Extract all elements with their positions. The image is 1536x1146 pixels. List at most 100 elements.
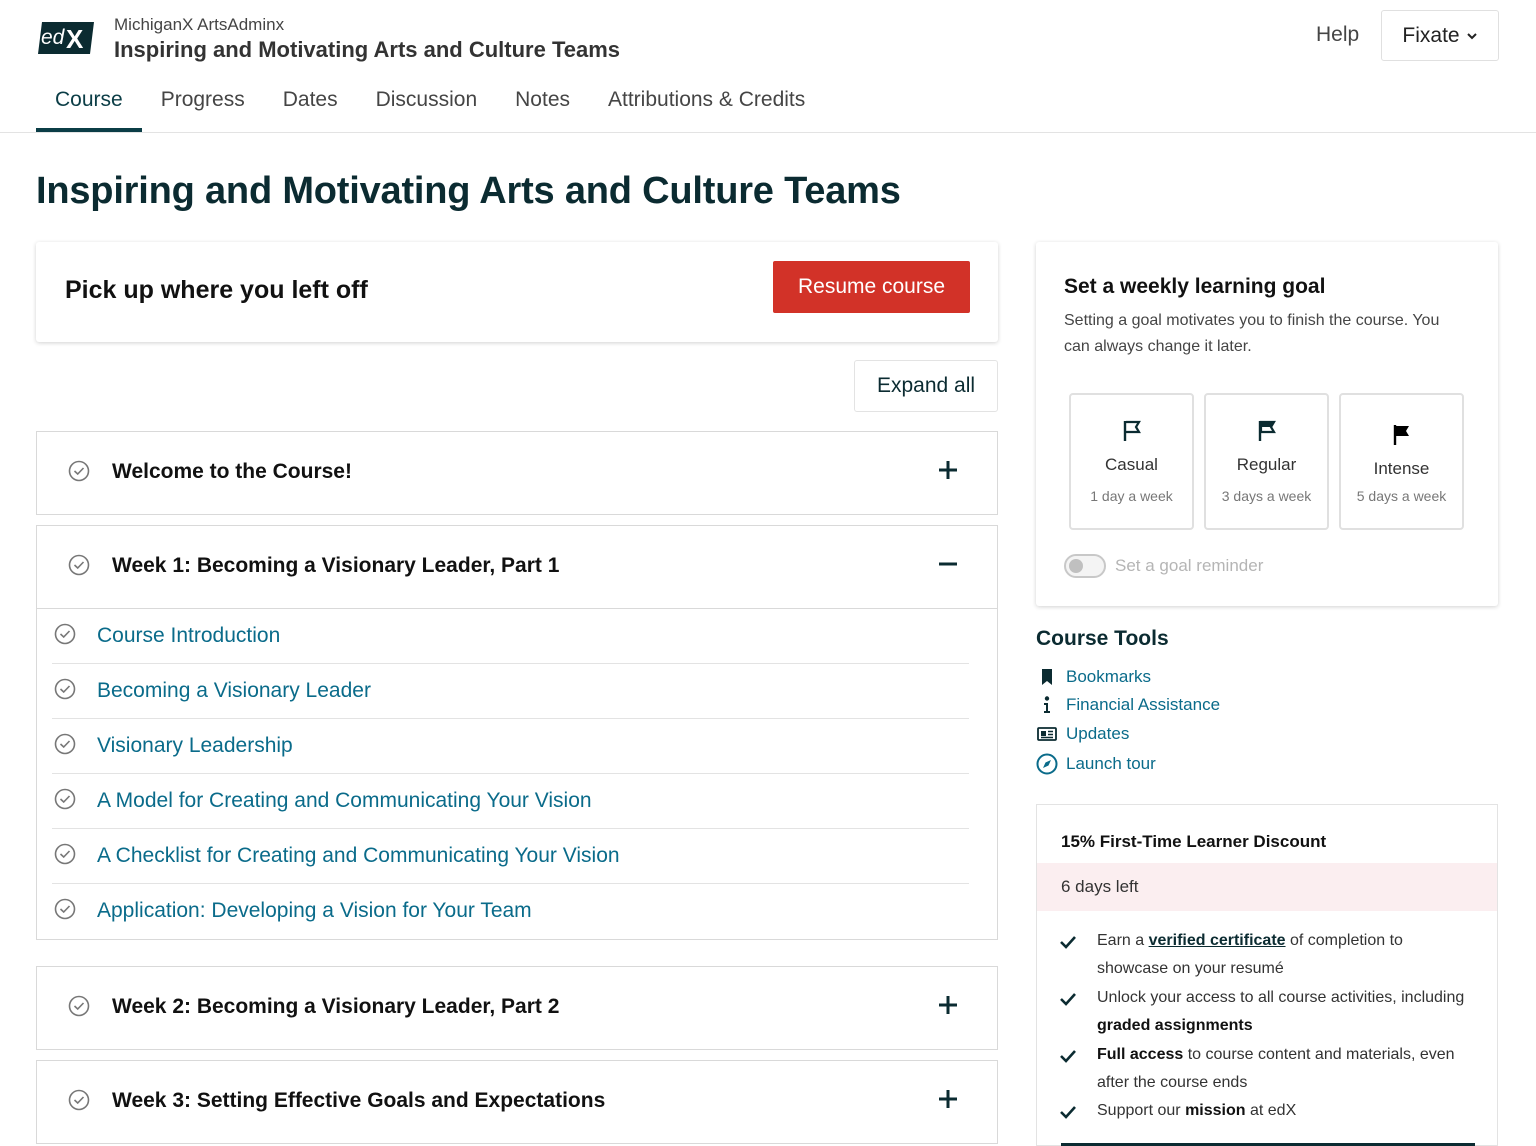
subsection-item[interactable]: A Checklist for Creating and Communicati… — [52, 829, 969, 884]
benefit-text: Earn a verified certificate of completio… — [1097, 932, 1403, 977]
section-week-2: Week 2: Becoming a Visionary Leader, Par… — [36, 966, 998, 1050]
compass-icon — [1036, 753, 1058, 775]
tab-attributions[interactable]: Attributions & Credits — [589, 78, 824, 132]
expand-all-button[interactable]: Expand all — [854, 360, 998, 412]
plus-icon[interactable] — [937, 1088, 959, 1110]
check-circle-icon — [54, 898, 76, 920]
goal-title: Set a weekly learning goal — [1064, 275, 1326, 298]
tool-bookmarks[interactable]: Bookmarks — [1036, 665, 1151, 689]
goal-description: Setting a goal motivates you to finish t… — [1064, 312, 1440, 355]
goal-option-frequency: 1 day a week — [1090, 488, 1173, 504]
goal-option-casual[interactable]: Casual 1 day a week — [1069, 393, 1194, 530]
tab-progress[interactable]: Progress — [142, 78, 264, 132]
goal-option-intense[interactable]: Intense 5 days a week — [1339, 393, 1464, 530]
plus-icon[interactable] — [937, 994, 959, 1016]
edx-logo[interactable]: ed X — [36, 20, 96, 56]
resume-card: Pick up where you left off Resume course — [36, 242, 998, 342]
check-circle-icon — [68, 460, 90, 482]
subsection-item[interactable]: Course Introduction — [52, 609, 969, 664]
subsection-link[interactable]: Course Introduction — [97, 624, 280, 648]
check-circle-icon — [54, 623, 76, 645]
course-tabs: Course Progress Dates Discussion Notes A… — [36, 78, 824, 132]
tool-financial-assistance[interactable]: Financial Assistance — [1036, 693, 1220, 717]
subsection-link[interactable]: A Checklist for Creating and Communicati… — [97, 844, 620, 868]
check-circle-icon — [68, 995, 90, 1017]
tool-label: Financial Assistance — [1066, 695, 1221, 714]
flag-half-icon — [1258, 420, 1276, 441]
check-circle-icon — [68, 554, 90, 576]
tab-discussion[interactable]: Discussion — [357, 78, 497, 132]
discount-card: 15% First-Time Learner Discount 6 days l… — [1036, 804, 1498, 1146]
section-welcome: Welcome to the Course! — [36, 431, 998, 515]
check-circle-icon — [68, 1089, 90, 1111]
chevron-down-icon — [1466, 32, 1477, 39]
goal-option-name: Regular — [1236, 455, 1297, 474]
svg-text:ed: ed — [41, 26, 66, 49]
discount-days-band: 6 days left — [1037, 863, 1497, 911]
username: Fixate — [1402, 23, 1460, 47]
info-icon — [1036, 694, 1058, 716]
check-circle-icon — [54, 788, 76, 810]
tool-label: Bookmarks — [1066, 667, 1152, 686]
check-icon — [1060, 936, 1076, 949]
resume-heading: Pick up where you left off — [65, 276, 368, 304]
subsection-item[interactable]: A Model for Creating and Communicating Y… — [52, 774, 969, 829]
section-title: Week 1: Becoming a Visionary Leader, Par… — [112, 554, 560, 577]
section-title: Week 3: Setting Effective Goals and Expe… — [112, 1089, 606, 1112]
subsection-link[interactable]: Visionary Leadership — [97, 734, 293, 758]
subsection-list: Course Introduction Becoming a Visionary… — [37, 608, 997, 939]
top-header: ed X MichiganX ArtsAdminx Inspiring and … — [0, 0, 1536, 133]
check-circle-icon — [54, 733, 76, 755]
subsection-item[interactable]: Becoming a Visionary Leader — [52, 664, 969, 719]
weekly-goal-card: Set a weekly learning goal Setting a goa… — [1036, 242, 1498, 606]
tab-course[interactable]: Course — [36, 78, 142, 132]
goal-option-name: Casual — [1105, 455, 1158, 474]
help-link[interactable]: Help — [1316, 23, 1359, 47]
check-icon — [1060, 1050, 1076, 1063]
minus-icon[interactable] — [937, 553, 959, 575]
check-icon — [1060, 1106, 1076, 1119]
user-menu-button[interactable]: Fixate — [1381, 10, 1499, 61]
benefit-text: Full access to course content and materi… — [1097, 1046, 1455, 1091]
goal-option-frequency: 5 days a week — [1356, 488, 1447, 504]
flag-filled-icon — [1393, 425, 1409, 445]
discount-title: 15% First-Time Learner Discount — [1061, 832, 1327, 851]
section-header[interactable]: Week 1: Becoming a Visionary Leader, Par… — [37, 526, 997, 608]
days-left: 6 days left — [1061, 877, 1139, 896]
plus-icon[interactable] — [937, 459, 959, 481]
tab-notes[interactable]: Notes — [496, 78, 589, 132]
section-header[interactable]: Welcome to the Course! — [37, 432, 997, 514]
tool-label: Updates — [1066, 724, 1130, 743]
tool-updates[interactable]: Updates — [1036, 722, 1129, 746]
bookmark-icon — [1036, 666, 1058, 688]
tab-dates[interactable]: Dates — [264, 78, 357, 132]
check-icon — [1060, 993, 1076, 1006]
section-header[interactable]: Week 2: Becoming a Visionary Leader, Par… — [37, 967, 997, 1049]
check-circle-icon — [54, 678, 76, 700]
goal-option-regular[interactable]: Regular 3 days a week — [1204, 393, 1329, 530]
subsection-link[interactable]: A Model for Creating and Communicating Y… — [97, 789, 592, 813]
tool-launch-tour[interactable]: Launch tour — [1036, 752, 1156, 776]
subsection-item[interactable]: Application: Developing a Vision for You… — [52, 884, 969, 939]
section-week-1: Week 1: Becoming a Visionary Leader, Par… — [36, 525, 998, 940]
subsection-item[interactable]: Visionary Leadership — [52, 719, 969, 774]
benefit-text: Support our mission at edX — [1097, 1102, 1297, 1119]
section-header[interactable]: Week 3: Setting Effective Goals and Expe… — [37, 1061, 997, 1143]
goal-reminder-toggle[interactable] — [1064, 554, 1106, 578]
page-title: Inspiring and Motivating Arts and Cultur… — [36, 170, 901, 212]
section-week-3: Week 3: Setting Effective Goals and Expe… — [36, 1060, 998, 1144]
subsection-link[interactable]: Application: Developing a Vision for You… — [97, 899, 532, 923]
benefit-text: Unlock your access to all course activit… — [1097, 989, 1465, 1034]
verified-certificate-link[interactable]: verified certificate — [1149, 932, 1286, 949]
tool-label: Launch tour — [1066, 754, 1156, 773]
header-course-title: Inspiring and Motivating Arts and Cultur… — [114, 37, 621, 62]
newspaper-icon — [1036, 723, 1058, 745]
check-circle-icon — [54, 843, 76, 865]
resume-course-button[interactable]: Resume course — [773, 261, 970, 313]
flag-outline-icon — [1123, 420, 1141, 441]
subsection-link[interactable]: Becoming a Visionary Leader — [97, 679, 371, 703]
toggle-knob — [1069, 559, 1083, 573]
svg-text:X: X — [66, 24, 84, 54]
org-name: MichiganX ArtsAdminx — [114, 15, 285, 34]
section-title: Welcome to the Course! — [112, 460, 352, 483]
